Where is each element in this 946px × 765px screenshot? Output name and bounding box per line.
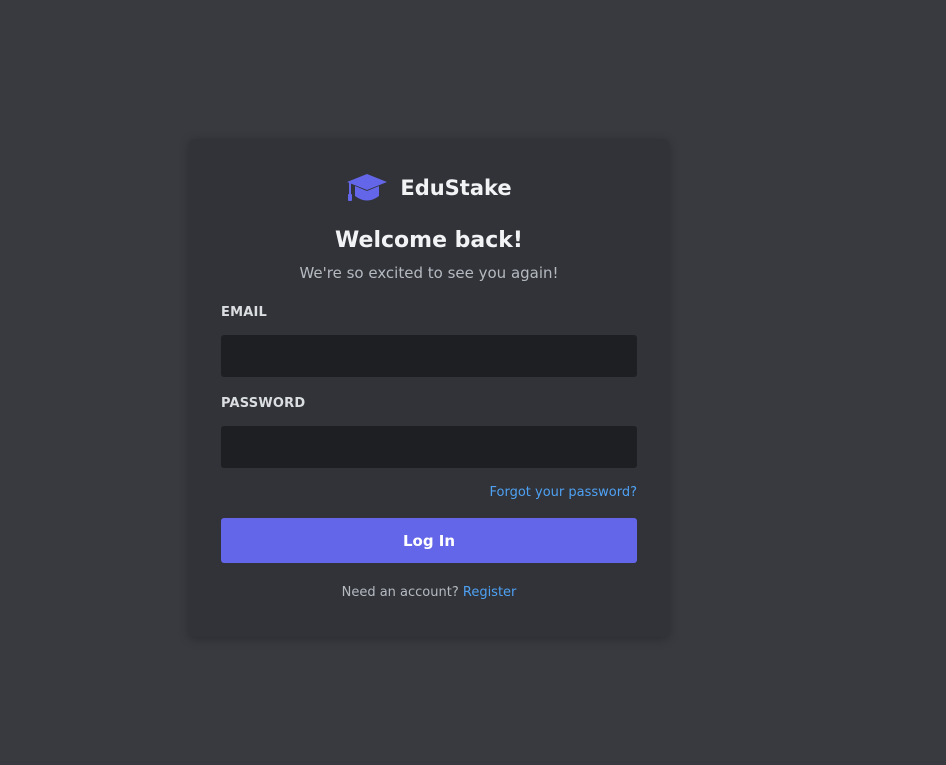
email-input[interactable] [221, 335, 637, 377]
login-button[interactable]: Log In [221, 518, 637, 563]
login-card: EduStake Welcome back! We're so excited … [189, 139, 669, 637]
register-prompt: Need an account? [341, 585, 459, 600]
page-title: Welcome back! [335, 228, 523, 253]
brand-header: EduStake [221, 171, 637, 205]
forgot-row: Forgot your password? [221, 483, 637, 501]
email-label: EMAIL [221, 305, 267, 320]
password-label: PASSWORD [221, 396, 306, 411]
page-subtitle: We're so excited to see you again! [299, 264, 559, 282]
register-link[interactable]: Register [463, 585, 517, 600]
password-input[interactable] [221, 426, 637, 468]
forgot-password-link[interactable]: Forgot your password? [489, 485, 637, 500]
register-row: Need an account? Register [221, 585, 637, 601]
brand-name: EduStake [400, 176, 512, 200]
graduation-cap-icon [346, 173, 388, 203]
